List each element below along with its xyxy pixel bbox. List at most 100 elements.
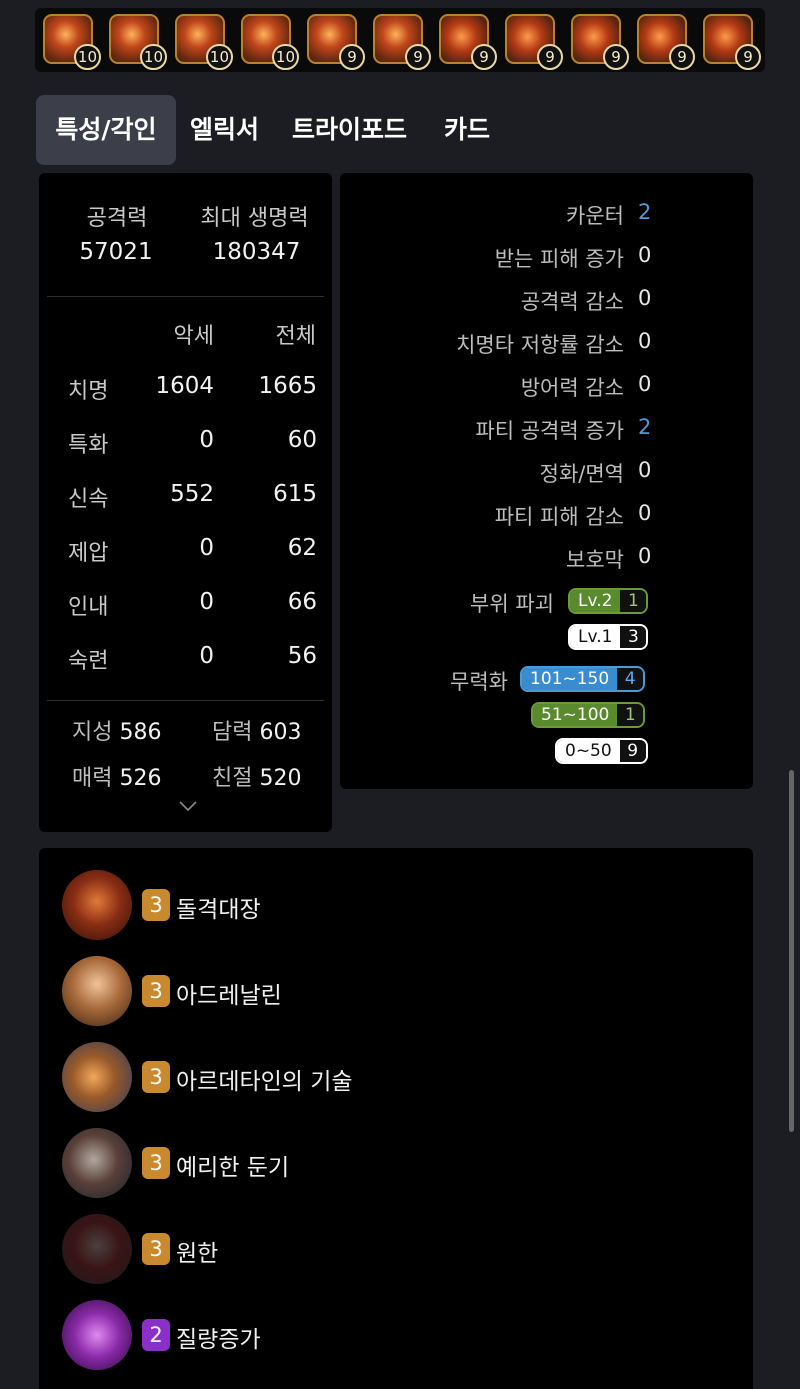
engraving-level-badge: 3 [142,1061,170,1093]
engraving-name[interactable]: 돌격대장 [176,890,261,924]
synergy-value-party-damage-reduction: 0 [638,501,652,525]
gem-slot[interactable]: 9 [505,14,563,70]
trait-charisma: 매력 526 [72,760,161,792]
part-break-label: 부위 파괴 [470,592,554,616]
attack-label: 공격력 [86,206,148,231]
synergy-value-damage-taken: 0 [638,243,652,267]
synergy-value-crit-resist: 0 [638,329,652,353]
part-break-pill: Lv.1 3 [568,624,649,650]
stagger-pill: 0~50 9 [555,738,648,764]
gem-level-badge: 10 [139,44,167,70]
ark-technology-icon [62,1042,132,1112]
synergy-label-party-attack: 파티 공격력 증가 [475,419,624,443]
grudge-icon [62,1214,132,1284]
trait-courage: 담력 603 [212,714,301,746]
trait-value: 586 [119,720,162,745]
pill-count: 4 [617,668,644,690]
stat-total-spec: 60 [287,427,317,453]
synergy-value-counter: 2 [638,200,652,224]
stagger-pill: 101~150 4 [520,666,646,692]
hp-label: 최대 생명력 [200,206,309,231]
gem-level-badge: 9 [735,44,761,70]
gem-slot[interactable]: 9 [571,14,629,70]
gem-slot[interactable]: 10 [241,14,299,70]
synergy-value-shield: 0 [638,544,652,568]
engraving-name[interactable]: 아르데타인의 기술 [176,1062,353,1096]
tab-engraving[interactable]: 특성/각인 [36,95,176,165]
total-column-header: 전체 [275,324,316,349]
trait-kindness: 친절 520 [212,760,301,792]
engraving-level-badge: 3 [142,975,170,1007]
synergy-label-counter: 카운터 [566,204,624,228]
gem-slot[interactable]: 9 [307,14,365,70]
trait-name: 담력 [212,720,253,745]
stat-name-spec: 특화 [68,433,109,458]
stagger-label: 무력화 [450,670,508,694]
engraving-name[interactable]: 원한 [176,1234,218,1268]
hp-value: 180347 [212,239,301,265]
trait-value: 520 [259,766,302,791]
gem-level-badge: 10 [271,44,299,70]
mass-increase-icon [62,1300,132,1370]
synergy-label-cleanse: 정화/면역 [539,462,624,486]
trait-value: 526 [119,766,162,791]
tab-tripod[interactable]: 트라이포드 [292,95,407,165]
engraving-name[interactable]: 아드레날린 [176,976,282,1010]
gem-slot[interactable]: 9 [703,14,761,70]
synergy-label-crit-resist: 치명타 저항률 감소 [456,333,624,357]
stat-name-endurance: 인내 [68,595,109,620]
attack-value: 57021 [79,239,153,265]
pill-label: Lv.1 [570,626,621,648]
stat-name-swift: 신속 [68,487,109,512]
gem-slot[interactable]: 10 [175,14,233,70]
synergy-label-shield: 보호막 [566,548,624,572]
gem-level-badge: 9 [471,44,497,70]
stat-total-expertise: 56 [287,643,317,669]
gem-slot[interactable]: 9 [439,14,497,70]
trait-name: 매력 [72,766,113,791]
gem-level-badge: 9 [339,44,365,70]
tab-card[interactable]: 카드 [444,95,490,165]
stat-total-swift: 615 [273,481,317,507]
chevron-down-icon[interactable] [178,800,198,812]
pill-label: 51~100 [533,704,618,726]
stat-acc-crit: 1604 [155,373,214,399]
gem-slot[interactable]: 9 [373,14,431,70]
stagger-pill: 51~100 1 [531,702,646,728]
engraving-name[interactable]: 예리한 둔기 [176,1148,289,1182]
stat-name-expertise: 숙련 [68,649,109,674]
gem-level-badge: 10 [205,44,233,70]
keen-blunt-weapon-icon [62,1128,132,1198]
engraving-name[interactable]: 질량증가 [176,1320,261,1354]
stat-acc-expertise: 0 [199,643,214,669]
synergy-value-attack-reduction: 0 [638,286,652,310]
stat-acc-domination: 0 [199,535,214,561]
stat-total-endurance: 66 [287,589,317,615]
engraving-level-badge: 3 [142,889,170,921]
pill-count: 1 [617,704,644,726]
stat-name-domination: 제압 [68,541,109,566]
gem-slot[interactable]: 10 [43,14,101,70]
gem-level-badge: 9 [669,44,695,70]
scrollbar[interactable] [789,770,794,1132]
gem-level-badge: 9 [405,44,431,70]
gem-slot[interactable]: 9 [637,14,695,70]
gem-level-badge: 10 [73,44,101,70]
pill-label: Lv.2 [570,590,621,612]
part-break-pill: Lv.2 1 [568,588,649,614]
stat-acc-spec: 0 [199,427,214,453]
engraving-level-badge: 2 [142,1319,170,1351]
stat-acc-endurance: 0 [199,589,214,615]
pill-count: 9 [619,740,646,762]
pill-label: 101~150 [522,668,618,690]
gem-slot[interactable]: 10 [109,14,167,70]
charge-captain-icon [62,870,132,940]
adrenaline-icon [62,956,132,1026]
tab-elixir[interactable]: 엘릭서 [190,95,259,165]
synergy-label-attack-reduction: 공격력 감소 [520,290,624,314]
synergy-value-defense-reduction: 0 [638,372,652,396]
engraving-panel [39,848,753,1389]
synergy-label-damage-taken: 받는 피해 증가 [494,247,624,271]
engraving-level-badge: 3 [142,1233,170,1265]
stat-total-domination: 62 [287,535,317,561]
